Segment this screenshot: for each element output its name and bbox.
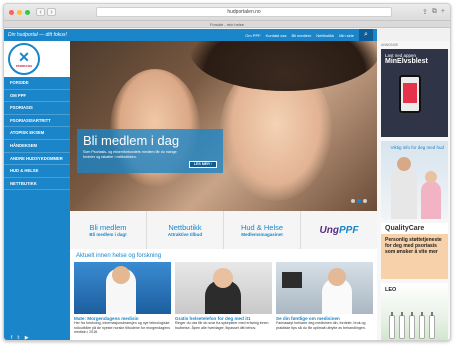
youtube-icon[interactable]: ▶	[25, 335, 29, 340]
nav-item-forside[interactable]: FORSIDE	[4, 77, 70, 90]
social-links: f 𝕥 ▶	[4, 335, 70, 340]
top-link-kontakt[interactable]: Kontakt oss	[266, 33, 287, 38]
top-link-nettbutikk[interactable]: Nettbutikk	[316, 33, 334, 38]
tile-title: Nettbutikk	[168, 223, 202, 232]
history-nav: ‹ ›	[36, 8, 56, 16]
logo-ribbon: PSORIASIS	[15, 64, 33, 68]
hero-card: Bli medlem i dag Som Psoriasis- og eksem…	[77, 129, 223, 173]
phone-icon	[399, 75, 421, 113]
close-dot[interactable]	[9, 9, 14, 15]
nav-item-andre-hudsykdommer[interactable]: ANDRE HUDSYKDOMMER	[4, 153, 70, 166]
top-link-min-side[interactable]: Min side	[339, 33, 354, 38]
nav-item-handeksem[interactable]: HÅNDEKSEM	[4, 140, 70, 153]
browser-toolbar: ‹ › hudportalen.no ⇪ ⧉ +	[4, 4, 450, 21]
product-bottle-icon	[399, 312, 405, 339]
window-controls	[9, 9, 30, 15]
site-topbar: Din hudportal — ditt fokus! Om PPF Konta…	[4, 29, 377, 41]
ad-label: ANNONSE	[381, 43, 399, 47]
ad-rail: ANNONSE Last ned appen MinElvsblest Vikt…	[377, 41, 450, 340]
nav-item-psoriasisartritt[interactable]: PSORIASISARTRITT	[4, 115, 70, 128]
ung-ppf-logo-accent: PPF	[339, 224, 359, 236]
news-card[interactable]: Se din føntlige om medisinen Farmasøyt f…	[276, 262, 373, 335]
tabs-icon[interactable]: ⧉	[432, 8, 437, 16]
forward-icon[interactable]: ›	[47, 8, 56, 16]
main-navigation: FORSIDE OM PPF PSORIASIS PSORIASISARTRIT…	[4, 77, 70, 335]
top-link-om-ppf[interactable]: Om PPF	[245, 33, 260, 38]
news-cards: Mate: Morgendagens medisin Her fra forsk…	[74, 262, 374, 335]
tile-ung-ppf[interactable]: UngPPF	[301, 211, 377, 249]
address-bar[interactable]: hudportalen.no	[96, 7, 393, 17]
news-card-image	[276, 262, 373, 314]
search-button[interactable]: ⌕	[359, 29, 373, 41]
minimize-dot[interactable]	[17, 9, 22, 15]
ung-ppf-logo-text: Ung	[319, 224, 339, 236]
product-bottle-icon	[429, 312, 435, 339]
feature-tiles: Bli medlem Bli medlem i dag! Nettbutikk …	[70, 211, 377, 249]
news-card-text: Ringer du oss får du svar fra sykepleier…	[175, 321, 269, 330]
tile-subtitle: Attraktive tilbud	[167, 232, 203, 237]
ung-ppf-logo: UngPPF	[320, 225, 359, 236]
nav-item-psoriasis[interactable]: PSORIASIS	[4, 102, 70, 115]
site: Din hudportal — ditt fokus! Om PPF Konta…	[4, 29, 377, 340]
tagline: Din hudportal — ditt fokus!	[8, 32, 67, 38]
ad-app[interactable]: Last ned appen MinElvsblest	[381, 49, 448, 137]
tile-hud-helse[interactable]: Hud & Helse Medlemsmagasinet	[224, 211, 301, 249]
read-more-button[interactable]: LES MER ›	[188, 161, 217, 168]
top-links: Om PPF Kontakt oss Bli medlem Nettbutikk…	[245, 33, 354, 38]
news-card-image	[74, 262, 171, 314]
leo-logo: LEO	[385, 287, 397, 293]
hero-title: Bli medlem i dag	[83, 133, 180, 148]
nav-item-nettbutikk[interactable]: NETTBUTIKK	[4, 178, 70, 191]
top-link-bli-medlem[interactable]: Bli medlem	[292, 33, 312, 38]
tile-subtitle: Medlemsmagasinet	[241, 232, 283, 237]
back-icon[interactable]: ‹	[36, 8, 45, 16]
carousel-dots	[351, 199, 367, 203]
news-card-image	[175, 262, 272, 314]
ad-family-text: Viktig info for deg med hud	[390, 145, 444, 150]
browser-controls: ⇪ ⧉ +	[422, 8, 445, 16]
search-icon: ⌕	[364, 31, 368, 38]
tile-bli-medlem[interactable]: Bli medlem Bli medlem i dag!	[70, 211, 147, 249]
ad-leo[interactable]: LEO	[381, 283, 448, 340]
new-tab-icon[interactable]: +	[441, 8, 445, 16]
news-card-text: Her fra forskning, informasjonsbransjen …	[74, 321, 171, 335]
tile-nettbutikk[interactable]: Nettbutikk Attraktive tilbud	[147, 211, 224, 249]
ad-family[interactable]: Viktig info for deg med hud	[381, 141, 448, 219]
facebook-icon[interactable]: f	[11, 335, 12, 340]
ad-app-line2: MinElvsblest	[385, 58, 428, 65]
tile-title: Hud & Helse	[240, 223, 284, 232]
product-bottle-icon	[419, 312, 425, 339]
browser-window: ‹ › hudportalen.no ⇪ ⧉ + Forside - min h…	[3, 3, 451, 341]
share-icon[interactable]: ⇪	[422, 8, 428, 16]
ad-qualitycare[interactable]: QualityCare Personlig støttetjeneste for…	[381, 223, 448, 279]
page-viewport: Din hudportal — ditt fokus! Om PPF Konta…	[4, 29, 450, 340]
nav-item-atopisk-eksem[interactable]: ATOPISK EKSEM	[4, 127, 70, 140]
hero-banner[interactable]: Bli medlem i dag Som Psoriasis- og eksem…	[70, 41, 377, 211]
tile-subtitle: Bli medlem i dag!	[89, 232, 127, 237]
logo-mark: ✕	[18, 49, 30, 65]
carousel-dot[interactable]	[363, 199, 367, 203]
nav-item-hud-helse[interactable]: HUD & HELSE	[4, 165, 70, 178]
twitter-icon[interactable]: 𝕥	[17, 335, 19, 340]
hero-photo-hair	[190, 41, 377, 91]
news-card[interactable]: Gratis helsetelefon for deg med it1 Ring…	[175, 262, 272, 335]
carousel-dot[interactable]	[351, 199, 355, 203]
maximize-dot[interactable]	[25, 9, 30, 15]
news-card-text: Farmasøyt forklarer deg medisinen din, f…	[276, 321, 366, 330]
ad-qualitycare-text: Personlig støttetjeneste for deg med pso…	[385, 237, 442, 255]
tile-title: Bli medlem	[89, 223, 127, 232]
hero-text: Som Psoriasis- og eksemforbundets medlem…	[83, 150, 177, 159]
product-bottle-icon	[389, 312, 395, 339]
site-logo[interactable]: ✕ PSORIASIS	[8, 43, 40, 75]
news-heading: Aktuelt innen helse og forskning	[76, 253, 162, 259]
carousel-dot-active[interactable]	[357, 199, 361, 203]
qualitycare-logo: QualityCare	[381, 223, 448, 234]
news-card[interactable]: Mate: Morgendagens medisin Her fra forsk…	[74, 262, 171, 335]
tab-title[interactable]: Forside - min helse	[4, 21, 450, 28]
nav-item-om-ppf[interactable]: OM PPF	[4, 90, 70, 103]
product-bottle-icon	[409, 312, 415, 339]
